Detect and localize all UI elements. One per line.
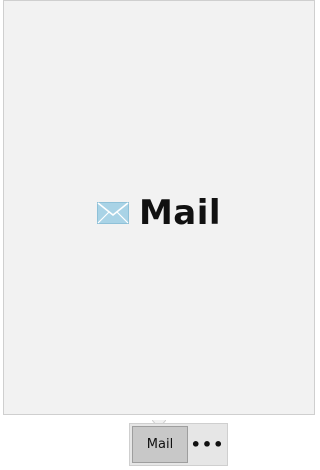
preview-app-name: Mail — [138, 192, 222, 233]
mail-envelope-icon — [96, 201, 129, 224]
preview-pointer — [151, 414, 167, 429]
taskbar-window-group: Mail ••• — [129, 423, 228, 466]
mail-taskbar-button[interactable]: Mail — [132, 426, 188, 463]
more-options-button[interactable]: ••• — [190, 426, 225, 463]
thumbnail-preview-panel[interactable]: Mail — [3, 0, 315, 415]
preview-content: Mail — [96, 192, 222, 233]
